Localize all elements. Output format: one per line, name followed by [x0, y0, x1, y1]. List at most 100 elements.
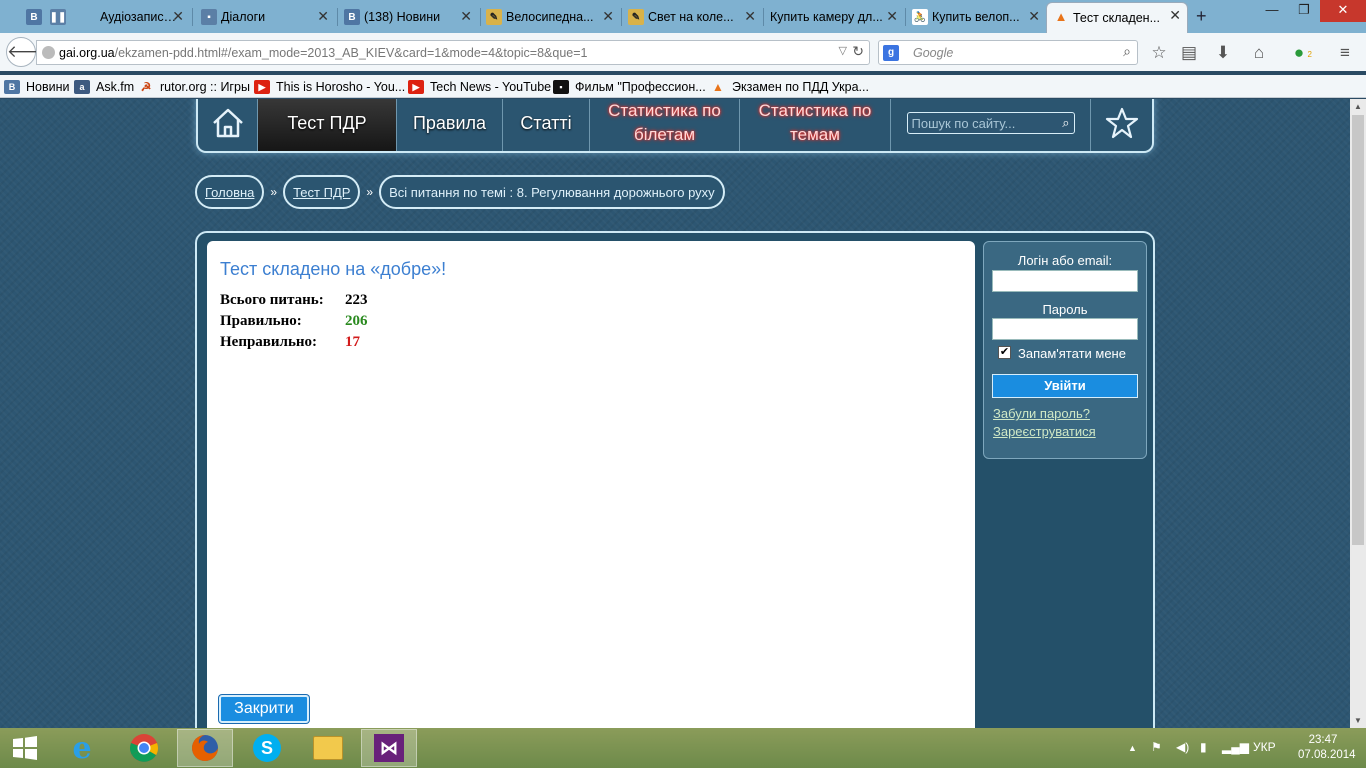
start-button[interactable] — [0, 729, 50, 767]
search-input[interactable]: g Google ⌕ — [878, 40, 1138, 65]
star-icon — [1105, 107, 1138, 139]
download-icon[interactable]: ⬇ — [1212, 42, 1234, 64]
breadcrumb-home[interactable]: Головна — [195, 175, 265, 209]
battery-icon[interactable]: ▮ — [1200, 740, 1207, 754]
bookmark-label: Фильм "Профессион... — [575, 80, 706, 94]
close-icon[interactable]: ✕ — [886, 8, 898, 25]
bookmark-news[interactable]: В Новини — [4, 78, 70, 96]
close-icon[interactable]: ✕ — [744, 8, 756, 25]
close-icon[interactable]: ✕ — [1028, 8, 1040, 25]
tab-bike-1[interactable]: ✎ Велосипедна... ✕ — [480, 4, 620, 30]
close-icon[interactable]: ✕ — [172, 8, 184, 25]
bookmark-exam[interactable]: ▲ Экзамен по ПДД Укра... — [710, 78, 869, 96]
tray-expand-icon[interactable]: ▲ — [1128, 743, 1137, 753]
vk-icon: В — [344, 9, 360, 25]
scroll-down-icon[interactable]: ▼ — [1350, 713, 1366, 729]
ie-taskbar-button[interactable]: e — [54, 729, 110, 767]
skype-icon: S — [253, 734, 281, 762]
remember-checkbox[interactable]: ✔ — [998, 346, 1011, 359]
scroll-thumb[interactable] — [1352, 115, 1364, 545]
bookmarks-list-icon[interactable]: ▤ — [1178, 42, 1200, 64]
menu-icon[interactable]: ≡ — [1334, 42, 1356, 64]
login-field[interactable] — [992, 270, 1138, 292]
network-icon[interactable]: ▂▄▆ — [1222, 740, 1249, 754]
menu-stats-topics[interactable]: Статистика по темам — [740, 99, 891, 151]
stat-wrong-label: Неправильно: — [220, 334, 318, 350]
bookmarks-toolbar: В Новини a Ask.fm ☭ rutor.org :: Игры ▶ This… — [0, 75, 1366, 98]
menu-stats-tickets[interactable]: Статистика по білетам — [590, 99, 740, 151]
tab-label: Діалоги — [221, 10, 266, 24]
bookmark-label: Tech News - YouTube — [430, 80, 552, 94]
tab-news[interactable]: В (138) Новини ✕ — [338, 4, 478, 30]
close-icon[interactable]: ✕ — [460, 8, 472, 25]
stat-correct-label: Правильно: — [220, 313, 302, 329]
login-button[interactable]: Увійти — [992, 374, 1138, 398]
forgot-password-link[interactable]: Забули пароль? — [993, 406, 1090, 421]
close-icon[interactable]: ✕ — [1169, 7, 1181, 24]
explorer-taskbar-button[interactable] — [300, 729, 356, 767]
windows-icon — [13, 736, 37, 760]
window-close-button[interactable]: ✕ — [1320, 0, 1366, 22]
language-indicator[interactable]: УКР — [1253, 740, 1276, 754]
breadcrumb-home-label: Головна — [205, 184, 255, 200]
breadcrumb-separator: » — [270, 185, 278, 199]
bookmark-label: Экзамен по ПДД Укра... — [732, 80, 869, 94]
menu-home[interactable] — [198, 99, 258, 151]
bookmark-technews[interactable]: ▶ Tech News - YouTube — [408, 78, 551, 96]
chrome-taskbar-button[interactable] — [116, 729, 172, 767]
url-path: /ekzamen-pdd.html#/exam_mode=2013_AB_KIE… — [114, 45, 588, 60]
star-icon[interactable]: ☆ — [1148, 42, 1170, 64]
tab-bike-3[interactable]: 🚴 Купить велоп... ✕ — [906, 4, 1046, 30]
tab-audio[interactable]: В ❚❚ Аудіозаписи ... ✕ — [20, 4, 190, 30]
clock[interactable]: 23:47 07.08.2014 — [1298, 733, 1356, 763]
menu-label: Статті — [520, 113, 572, 133]
skype-taskbar-button[interactable]: S — [239, 729, 295, 767]
site-main-menu: Тест ПДР Правила Статті Статистика по бі… — [196, 99, 1154, 153]
bookmark-askfm[interactable]: a Ask.fm — [74, 78, 134, 96]
page-scrollbar[interactable]: ▲ ▼ — [1350, 99, 1366, 729]
minimize-button[interactable]: — — [1256, 0, 1288, 22]
home-icon[interactable]: ⌂ — [1248, 42, 1270, 64]
volume-icon[interactable]: ◀) — [1176, 740, 1189, 754]
menu-rules[interactable]: Правила — [397, 99, 503, 151]
tab-dialogs[interactable]: ▪ Діалоги ✕ — [195, 4, 335, 30]
bookmark-rutor[interactable]: ☭ rutor.org :: Игры — [138, 78, 250, 96]
restore-button[interactable]: ❐ — [1288, 0, 1320, 22]
close-button[interactable]: Закрити — [219, 695, 309, 723]
chevron-down-icon[interactable]: ▽ — [839, 44, 847, 57]
breadcrumb-separator: » — [366, 185, 374, 199]
scroll-up-icon[interactable]: ▲ — [1350, 99, 1366, 115]
tab-camera[interactable]: Купить камеру дл... ✕ — [764, 4, 904, 30]
close-icon[interactable]: ✕ — [602, 8, 614, 25]
breadcrumb-test[interactable]: Тест ПДР — [283, 175, 361, 209]
google-icon[interactable]: g — [883, 45, 899, 61]
stat-total: Всього питань: 223 — [220, 292, 368, 309]
menu-test-pdr[interactable]: Тест ПДР — [258, 99, 397, 151]
tab-label: Купить камеру дл... — [770, 10, 883, 24]
firefox-taskbar-button[interactable] — [177, 729, 233, 767]
search-icon[interactable]: ⌕ — [1123, 43, 1131, 60]
site-search-input[interactable]: Пошук по сайту... ⌕ — [906, 112, 1075, 134]
menu-favorites[interactable] — [1091, 99, 1152, 151]
result-panel: Тест складено на «добре»! Всього питань:… — [207, 241, 975, 729]
bookmark-horosho[interactable]: ▶ This is Horosho - You... — [254, 78, 405, 96]
menu-articles[interactable]: Статті — [503, 99, 590, 151]
flag-icon[interactable]: ⚑ — [1151, 740, 1162, 754]
password-field[interactable] — [992, 318, 1138, 340]
tab-test-result[interactable]: ▲ Тест складен... ✕ — [1046, 2, 1188, 33]
addon-icon[interactable]: ● 2 — [1288, 42, 1312, 64]
reload-icon[interactable]: ↻ — [852, 43, 864, 60]
visual-studio-taskbar-button[interactable]: ⋈ — [361, 729, 417, 767]
register-link[interactable]: Зареєструватися — [993, 424, 1096, 439]
chat-icon: ▪ — [201, 9, 217, 25]
pause-icon: ❚❚ — [50, 9, 66, 25]
ie-icon: e — [72, 730, 92, 766]
url-bar[interactable]: gai.org.ua /ekzamen-pdd.html#/exam_mode=… — [36, 40, 870, 65]
close-icon[interactable]: ✕ — [317, 8, 329, 25]
bookmark-film[interactable]: ▪ Фильм "Профессион... — [553, 78, 706, 96]
new-tab-button[interactable]: + — [1196, 6, 1207, 27]
search-icon[interactable]: ⌕ — [1062, 115, 1069, 131]
back-button[interactable]: 🡐 — [6, 37, 53, 67]
tab-bike-2[interactable]: ✎ Свет на коле... ✕ — [622, 4, 762, 30]
search-placeholder: Google — [913, 45, 954, 60]
